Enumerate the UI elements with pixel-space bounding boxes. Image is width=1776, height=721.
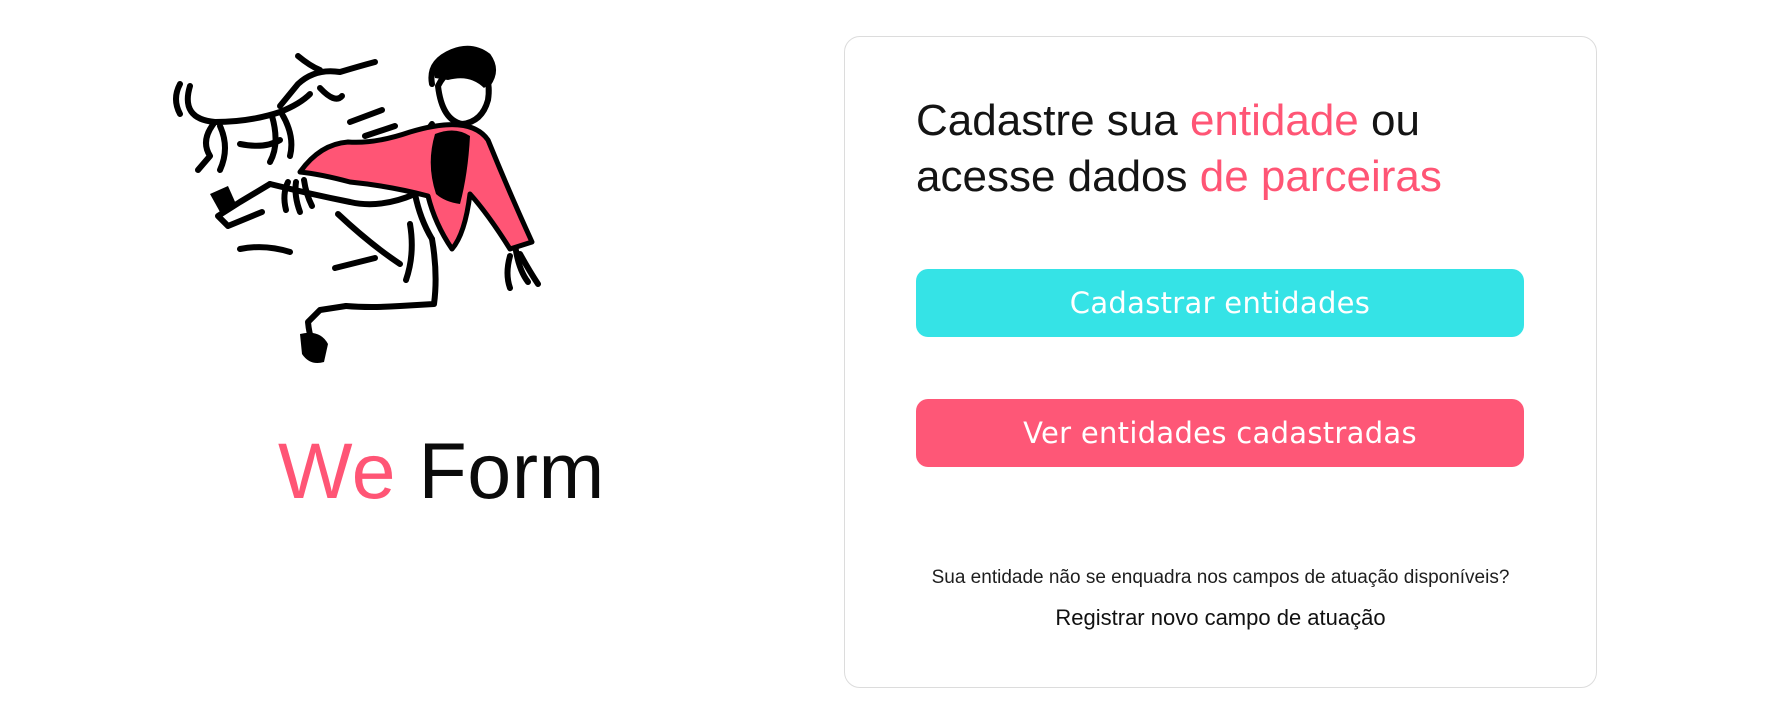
brand-name-we: We xyxy=(278,426,397,515)
field-not-available-question: Sua entidade não se enquadra nos campos … xyxy=(931,567,1510,588)
page: We Form Cadastre sua entidade ou acesse … xyxy=(0,0,1776,721)
brand-name-form: Form xyxy=(418,426,605,515)
headline-highlight-entidade: entidade xyxy=(1189,96,1359,145)
headline-highlight-parceiras: de parceiras xyxy=(1199,152,1442,201)
headline-text-3: acesse dados xyxy=(916,152,1200,201)
headline-text-2: ou xyxy=(1358,96,1420,145)
register-new-field-link[interactable]: Registrar novo campo de atuação xyxy=(845,605,1596,631)
view-registered-entities-button[interactable]: Ver entidades cadastradas xyxy=(916,399,1524,467)
headline-text-1: Cadastre sua xyxy=(916,96,1190,145)
jumping-person-with-dog-illustration xyxy=(173,45,541,363)
brand-section: We Form xyxy=(170,44,640,524)
action-card: Cadastre sua entidade ou acesse dados de… xyxy=(844,36,1597,688)
card-headline: Cadastre sua entidade ou acesse dados de… xyxy=(916,93,1536,205)
register-entities-button[interactable]: Cadastrar entidades xyxy=(916,269,1524,337)
brand-wordmark: We Form xyxy=(278,426,605,516)
